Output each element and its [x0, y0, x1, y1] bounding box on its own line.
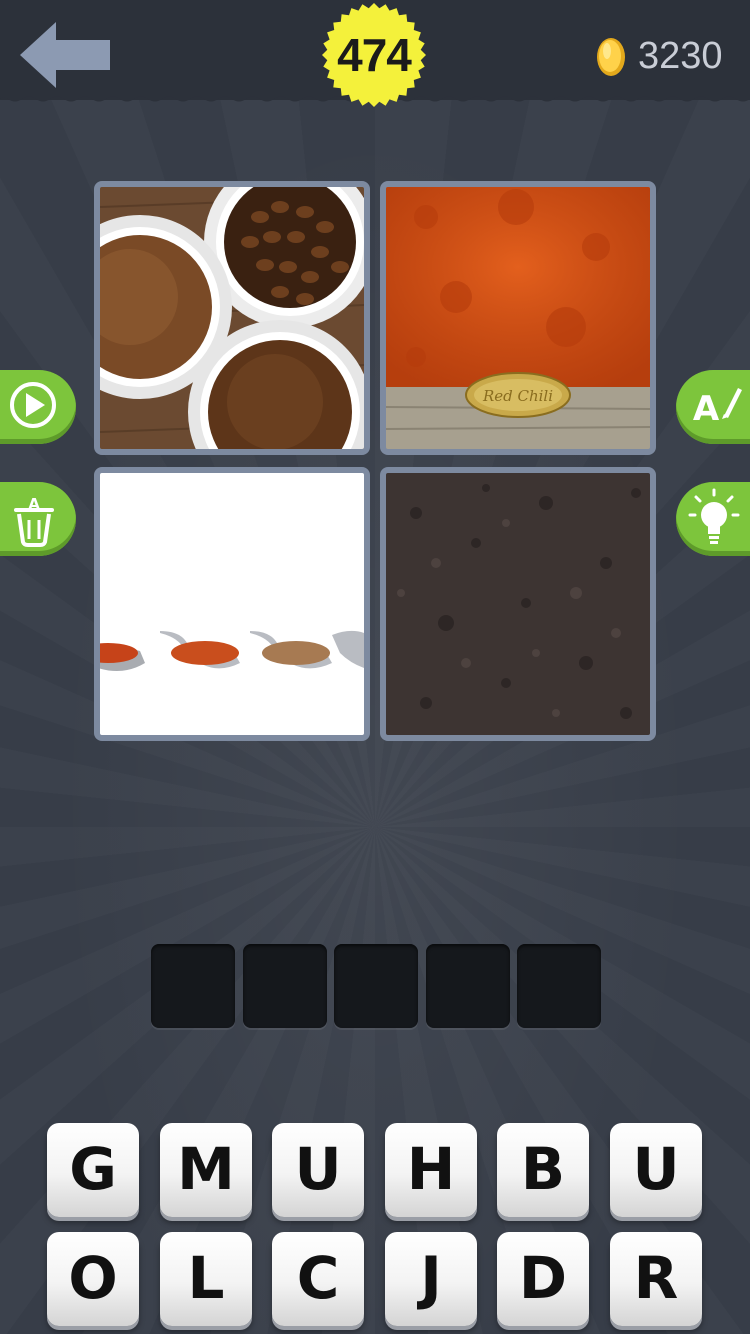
spice-spoons-photo	[100, 473, 364, 735]
red-chili-powder-photo: Red Chili	[386, 187, 650, 449]
coin-count: 3230	[638, 35, 723, 77]
gold-coin-icon	[597, 38, 625, 76]
remove-letters-button[interactable]: A	[0, 482, 76, 556]
brown-powder-photo	[386, 473, 650, 735]
trash-letter-icon: A	[14, 495, 54, 547]
letter-key[interactable]: M	[160, 1123, 252, 1217]
hint-button[interactable]	[676, 482, 750, 556]
photo-tile-2[interactable]: Red Chili	[380, 181, 656, 455]
answer-slot-2[interactable]	[243, 944, 327, 1028]
answer-slot-3[interactable]	[334, 944, 418, 1028]
lightbulb-hint-icon	[688, 488, 740, 544]
letter-key[interactable]: U	[272, 1123, 364, 1217]
letter-key[interactable]: G	[47, 1123, 139, 1217]
letter-key[interactable]: U	[610, 1123, 702, 1217]
back-arrow-icon[interactable]	[18, 18, 112, 92]
letter-key[interactable]: B	[497, 1123, 589, 1217]
coffee-bowls-photo	[100, 187, 364, 449]
play-icon	[10, 382, 56, 428]
answer-slot-4[interactable]	[426, 944, 510, 1028]
letter-key[interactable]: J	[385, 1232, 477, 1326]
letter-key[interactable]: H	[385, 1123, 477, 1217]
level-number: 474	[337, 29, 412, 81]
answer-slot-5[interactable]	[517, 944, 601, 1028]
letter-key[interactable]: L	[160, 1232, 252, 1326]
photo-tile-1[interactable]	[94, 181, 370, 455]
letter-key[interactable]: D	[497, 1232, 589, 1326]
photo-sign-text: Red Chili	[482, 387, 553, 405]
reveal-letter-button[interactable]: A	[676, 370, 750, 444]
letter-key[interactable]: R	[610, 1232, 702, 1326]
answer-slot-1[interactable]	[151, 944, 235, 1028]
letter-key[interactable]: C	[272, 1232, 364, 1326]
svg-text:A: A	[693, 389, 720, 429]
watch-video-button[interactable]	[0, 370, 76, 444]
letter-key[interactable]: O	[47, 1232, 139, 1326]
photo-tile-3[interactable]	[94, 467, 370, 741]
photo-tile-4[interactable]	[380, 467, 656, 741]
reveal-letter-icon: A	[693, 388, 742, 429]
